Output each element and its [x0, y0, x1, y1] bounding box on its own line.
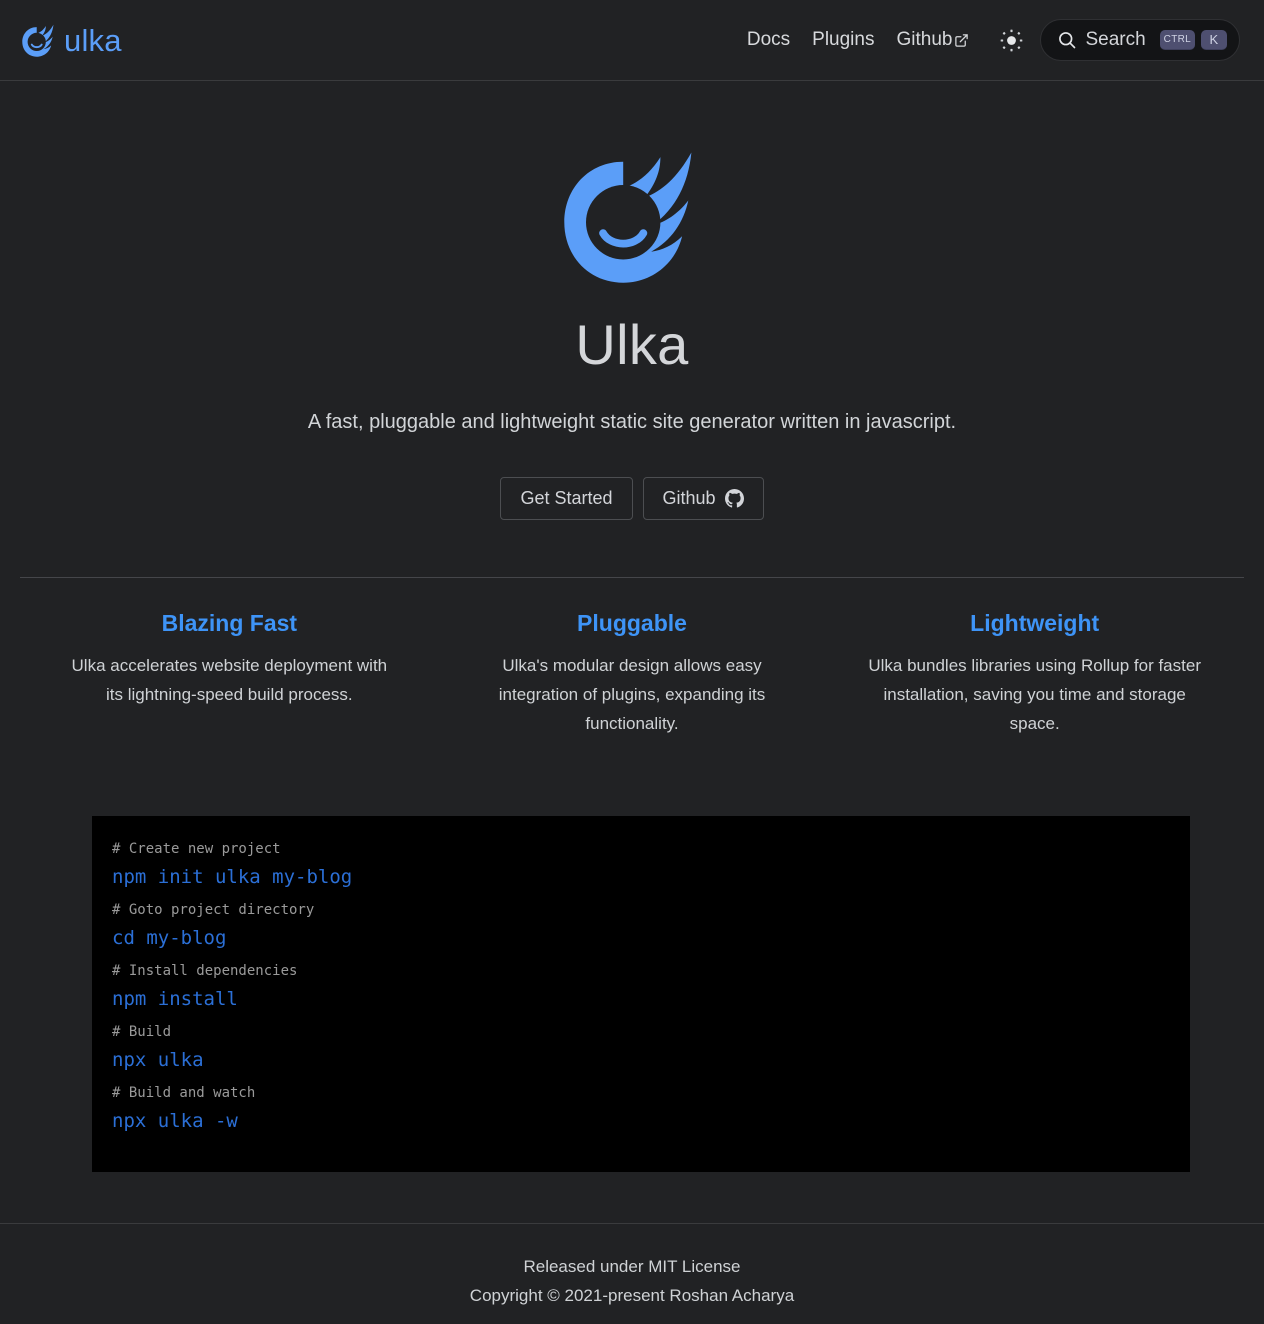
nav-link-github-label: Github — [896, 29, 953, 50]
footer-license: Released under MIT License — [523, 1257, 741, 1276]
theme-toggle-button[interactable] — [990, 21, 1032, 59]
code-line-comment: # Build — [112, 1024, 172, 1040]
code-line-comment: # Create new project — [112, 841, 281, 857]
code-line-command: npm install — [112, 988, 238, 1010]
nav-link-github[interactable]: Github — [885, 23, 980, 57]
nav-link-docs-label: Docs — [746, 29, 791, 50]
hero-section: Ulka A fast, pluggable and lightweight s… — [0, 81, 1264, 520]
site-footer: Released under MIT License Copyright © 2… — [0, 1223, 1264, 1324]
feature-card: Pluggable Ulka's modular design allows e… — [431, 610, 834, 738]
search-button[interactable]: Search CTRL K — [1040, 19, 1240, 61]
page-title: Ulka — [575, 313, 689, 376]
code-line-command: npm init ulka my-blog — [112, 866, 353, 888]
site-header: ulka Docs Plugins Github Search CTRL K — [0, 0, 1264, 81]
features-section: Blazing Fast Ulka accelerates website de… — [0, 610, 1264, 738]
nav-link-docs[interactable]: Docs — [736, 23, 801, 57]
brand-home-link[interactable]: ulka — [20, 21, 122, 59]
code-line-command: npx ulka -w — [112, 1110, 238, 1132]
ulka-comet-logo-icon — [20, 21, 58, 59]
footer-copyright: Copyright © 2021-present Roshan Acharya — [469, 1285, 795, 1305]
feature-title: Blazing Fast — [161, 610, 298, 636]
code-line-comment: # Build and watch — [112, 1085, 256, 1101]
hero-actions: Get Started Github — [0, 476, 1264, 520]
sun-icon — [1000, 29, 1023, 52]
hero-tagline: A fast, pluggable and lightweight static… — [307, 410, 957, 433]
primary-navigation: Docs Plugins Github Search CTRL K — [736, 19, 1240, 61]
code-line-command: cd my-blog — [112, 927, 227, 949]
kbd-k: K — [1201, 30, 1227, 50]
code-line-command: npx ulka — [112, 1049, 204, 1071]
nav-link-plugins-label: Plugins — [812, 29, 875, 50]
feature-title: Pluggable — [577, 610, 687, 636]
search-icon — [1057, 30, 1077, 50]
github-mark-icon — [724, 488, 744, 508]
brand-name: ulka — [64, 22, 122, 58]
feature-title: Lightweight — [970, 610, 1100, 636]
hero-github-button[interactable]: Github — [642, 476, 764, 520]
quickstart-code-block[interactable]: # Create new project npm init ulka my-bl… — [92, 816, 1190, 1172]
code-line-comment: # Install dependencies — [112, 963, 298, 979]
feature-card: Blazing Fast Ulka accelerates website de… — [28, 610, 431, 738]
feature-text: Ulka bundles libraries using Rollup for … — [868, 655, 1201, 734]
search-shortcut: CTRL K — [1159, 30, 1227, 50]
external-link-icon — [954, 32, 969, 47]
hero-ulka-comet-logo-icon — [555, 137, 710, 292]
code-line-comment: # Goto project directory — [112, 902, 315, 918]
nav-link-plugins[interactable]: Plugins — [801, 23, 885, 57]
feature-card: Lightweight Ulka bundles libraries using… — [833, 610, 1236, 738]
hero-divider — [20, 577, 1244, 578]
hero-github-label: Github — [662, 487, 716, 508]
get-started-button[interactable]: Get Started — [500, 476, 633, 520]
search-label: Search — [1085, 29, 1146, 50]
get-started-label: Get Started — [520, 487, 613, 508]
kbd-ctrl: CTRL — [1159, 30, 1195, 50]
feature-text: Ulka accelerates website deployment with… — [71, 655, 388, 704]
feature-text: Ulka's modular design allows easy integr… — [498, 655, 766, 734]
